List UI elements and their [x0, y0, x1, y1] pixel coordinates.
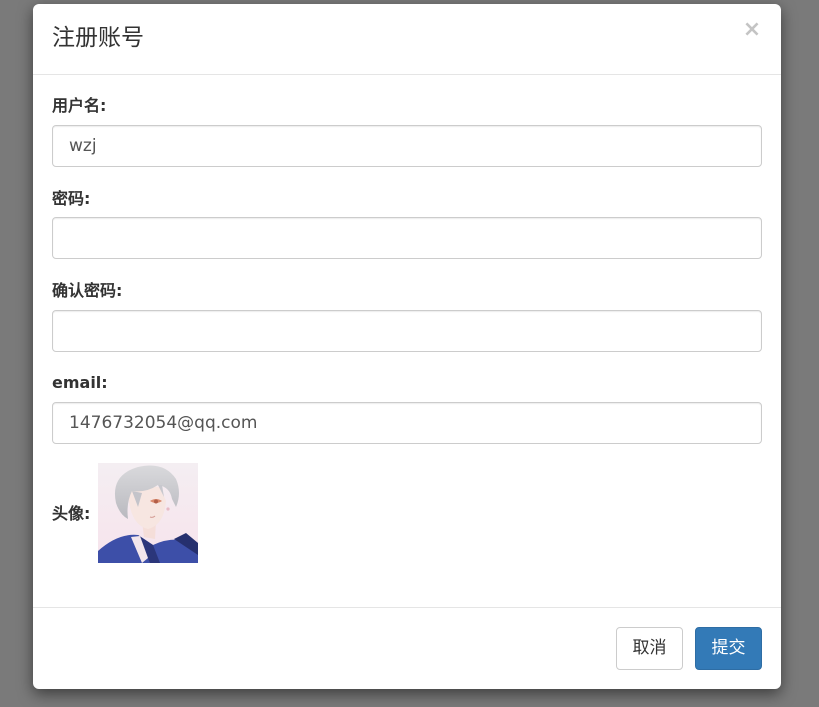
username-label: 用户名: — [52, 96, 107, 115]
email-input[interactable] — [52, 402, 762, 444]
avatar-label: 头像: — [52, 504, 91, 523]
cancel-button[interactable]: 取消 — [616, 627, 683, 670]
dialog-body: 用户名: 密码: 确认密码: email: 头像: — [33, 75, 781, 607]
confirm-password-label: 确认密码: — [52, 281, 123, 300]
submit-button[interactable]: 提交 — [695, 627, 762, 670]
username-input[interactable] — [52, 125, 762, 167]
password-label: 密码: — [52, 189, 91, 208]
anime-avatar-image[interactable] — [98, 463, 198, 563]
dialog-title: 注册账号 — [52, 25, 144, 51]
email-label: email: — [52, 373, 108, 392]
close-icon[interactable]: × — [741, 18, 763, 42]
password-input[interactable] — [52, 217, 762, 259]
dialog-header: 注册账号 × — [33, 4, 781, 75]
register-dialog: 注册账号 × 用户名: 密码: 确认密码: email: 头像: — [33, 4, 781, 689]
dialog-footer: 取消 提交 — [33, 607, 781, 689]
confirm-password-input[interactable] — [52, 310, 762, 352]
